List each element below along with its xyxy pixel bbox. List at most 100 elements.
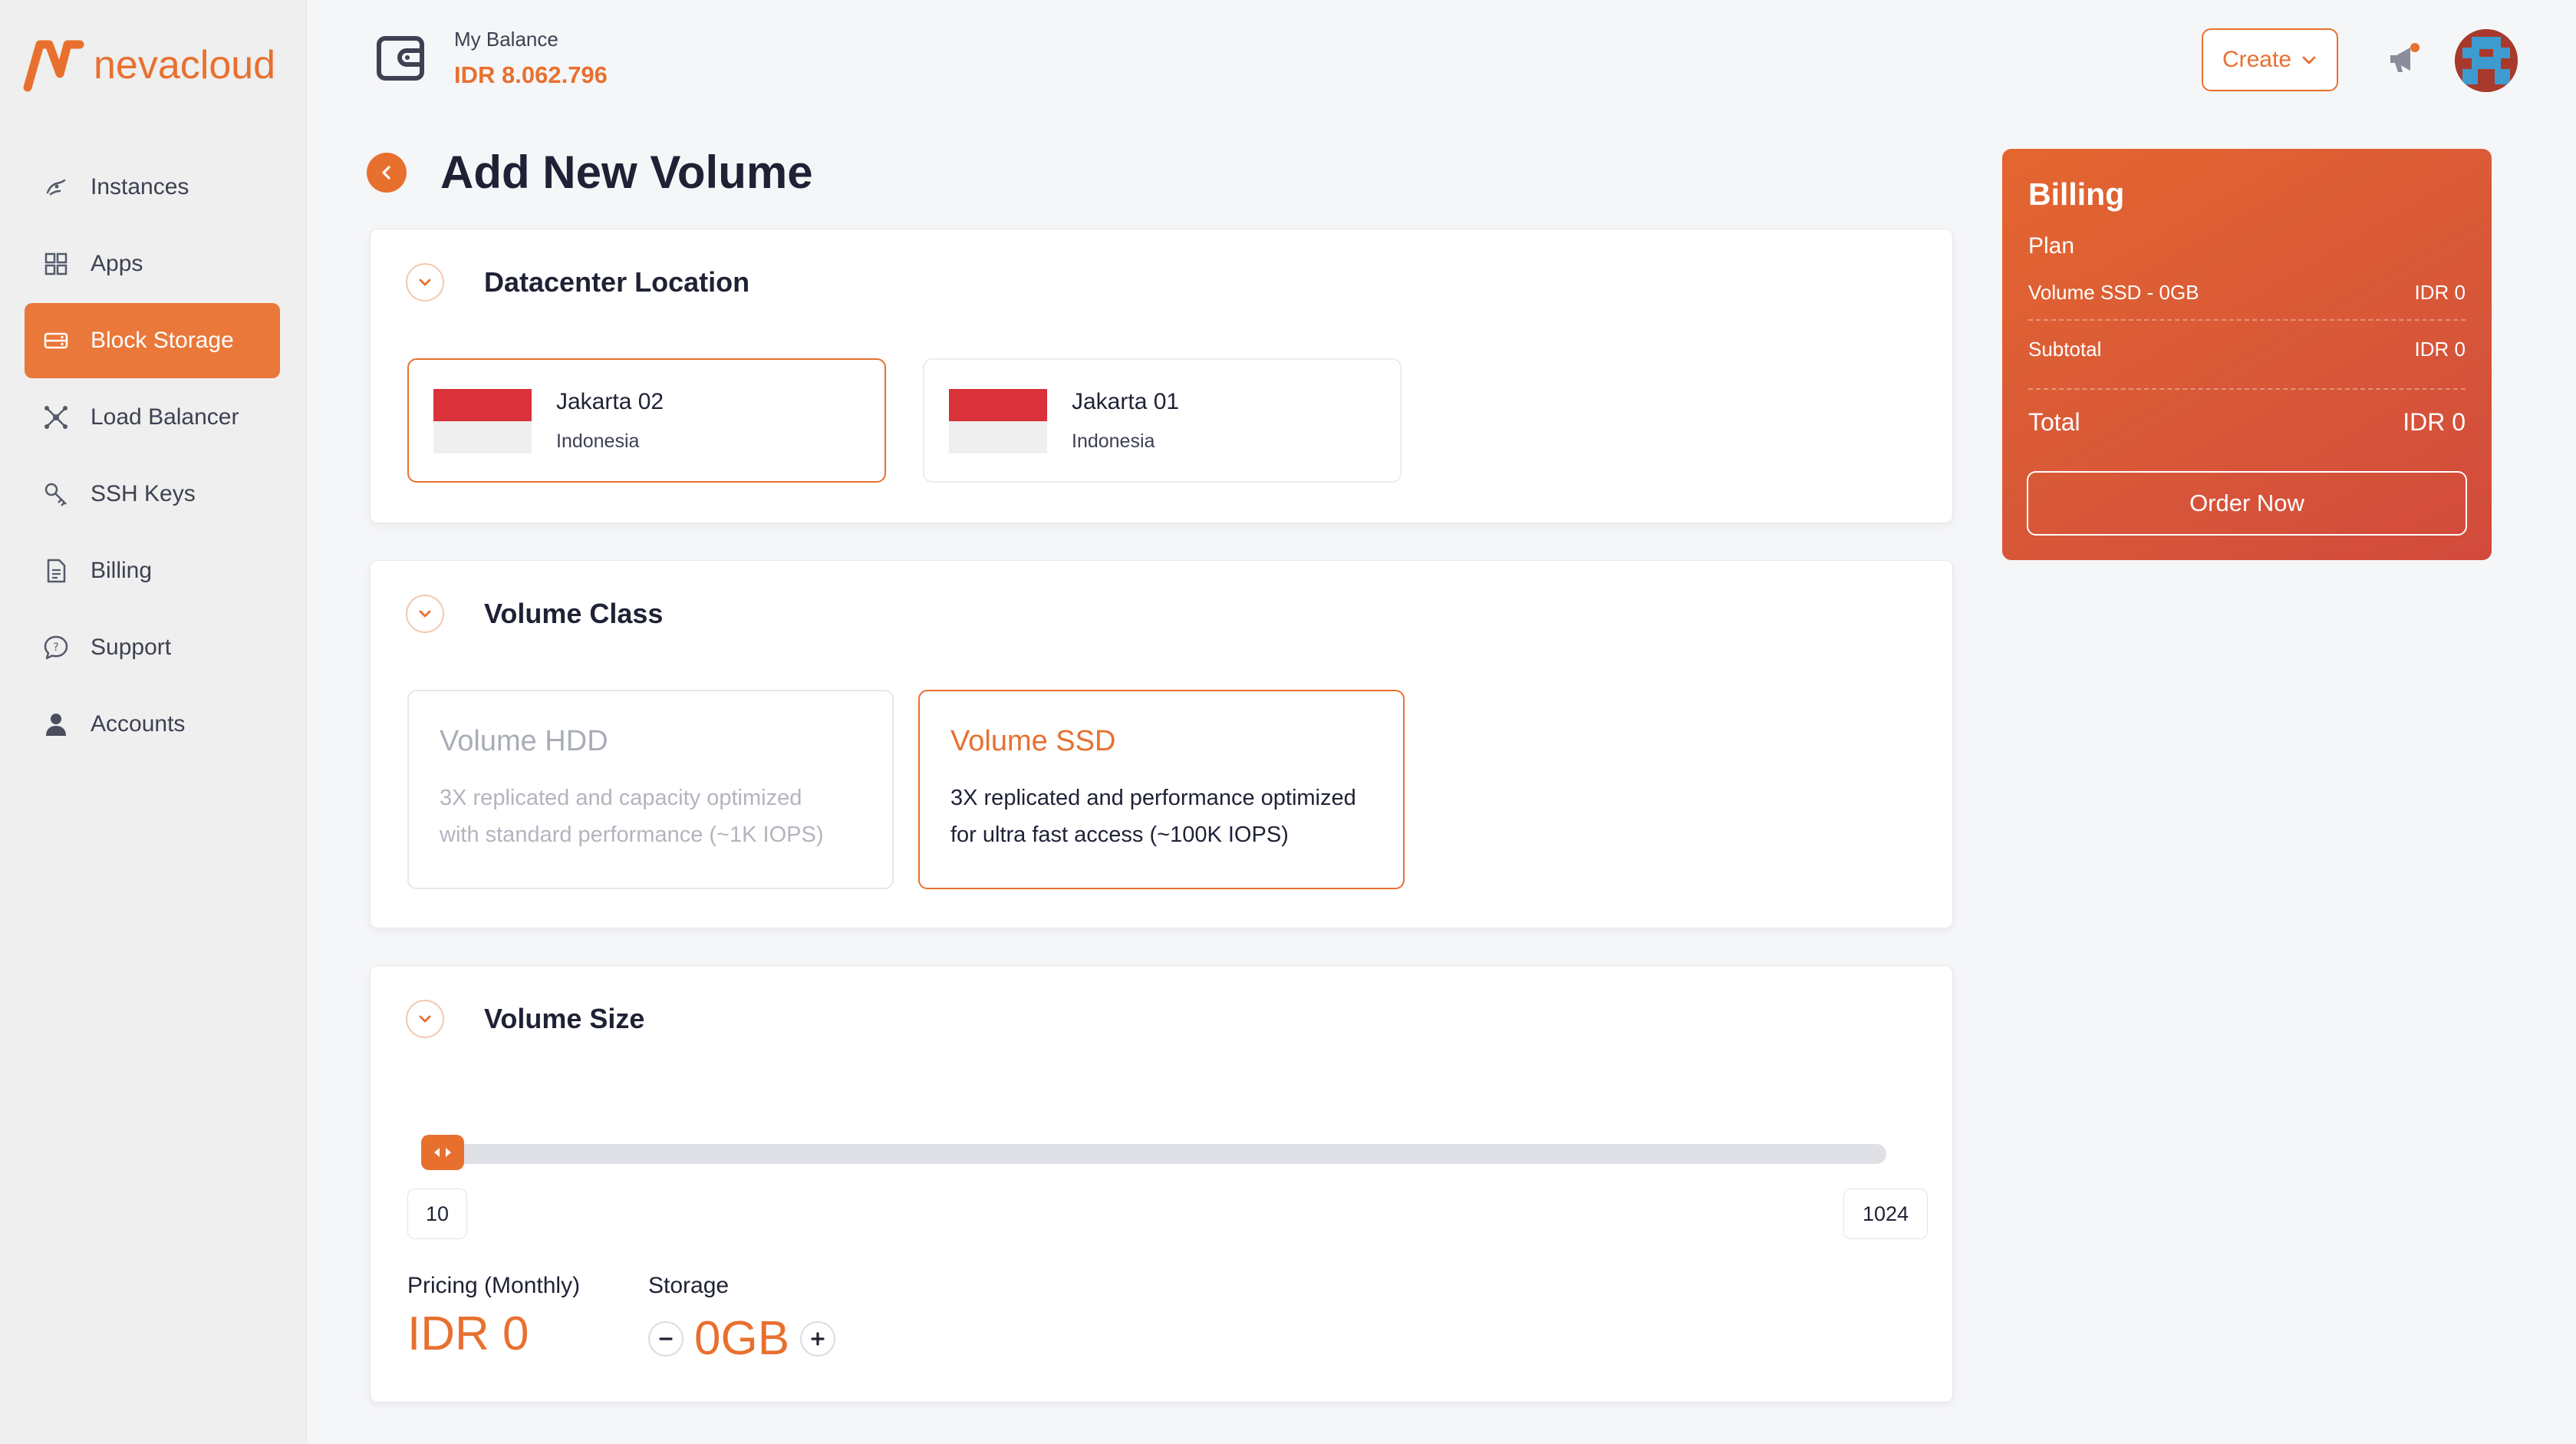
billing-row-value: IDR 0	[2414, 281, 2466, 304]
page-header: Add New Volume	[367, 146, 813, 199]
sidebar-item-label: Accounts	[91, 711, 186, 737]
sidebar-item-label: Block Storage	[91, 328, 234, 353]
apps-grid-icon	[43, 251, 69, 277]
key-icon	[43, 481, 69, 507]
volume-size-slider-handle[interactable]	[421, 1135, 464, 1170]
balance-value: IDR 8.062.796	[454, 61, 608, 88]
svg-text:?: ?	[53, 641, 58, 654]
slider-max-value: 1024	[1843, 1188, 1928, 1239]
sidebar-item-ssh-keys[interactable]: SSH Keys	[25, 457, 280, 532]
chevron-left-icon	[382, 165, 390, 180]
volume-class-option-ssd[interactable]: Volume SSD 3X replicated and performance…	[918, 690, 1405, 889]
billing-divider	[2028, 388, 2466, 390]
brand-logo[interactable]: nevacloud	[23, 38, 275, 92]
billing-row-label: Volume SSD - 0GB	[2028, 281, 2199, 304]
datacenter-section: Datacenter Location Jakarta 02 Indonesia…	[370, 229, 1953, 523]
storage-stepper: 0GB	[648, 1311, 836, 1366]
collapse-chevron-icon[interactable]	[406, 595, 444, 633]
volume-class-description: 3X replicated and capacity optimized wit…	[440, 780, 861, 853]
description-line: for ultra fast access (~100K IOPS)	[950, 823, 1289, 847]
balance-label: My Balance	[454, 28, 558, 51]
sidebar-item-instances[interactable]: Instances	[25, 150, 280, 225]
volume-class-section: Volume Class Volume HDD 3X replicated an…	[370, 560, 1953, 928]
billing-title: Billing	[2028, 176, 2125, 212]
plus-icon	[811, 1331, 825, 1346]
volume-class-name: Volume HDD	[440, 725, 608, 757]
sidebar-item-label: SSH Keys	[91, 481, 196, 506]
billing-row-label: Total	[2028, 408, 2080, 436]
sidebar-item-billing[interactable]: Billing	[25, 533, 280, 608]
storage-icon	[43, 328, 69, 354]
sidebar: nevacloud Instances Apps Block Storage L…	[0, 0, 307, 1444]
sidebar-item-accounts[interactable]: Accounts	[25, 687, 280, 762]
description-line: with standard performance (~1K IOPS)	[440, 823, 824, 847]
location-option-jakarta-02[interactable]: Jakarta 02 Indonesia	[407, 358, 886, 483]
section-header[interactable]: Volume Class	[406, 595, 663, 633]
sidebar-item-block-storage[interactable]: Block Storage	[25, 303, 280, 378]
wallet-icon	[377, 36, 424, 81]
page-title: Add New Volume	[440, 147, 813, 198]
avatar[interactable]	[2455, 29, 2518, 92]
section-header[interactable]: Datacenter Location	[406, 263, 749, 302]
sidebar-item-label: Load Balancer	[91, 404, 239, 430]
sidebar-item-label: Instances	[91, 174, 189, 199]
collapse-chevron-icon[interactable]	[406, 263, 444, 302]
sidebar-item-load-balancer[interactable]: Load Balancer	[25, 380, 280, 455]
support-chat-icon: ?	[43, 635, 69, 661]
billing-row-value: IDR 0	[2403, 408, 2466, 436]
slider-min-value: 10	[407, 1188, 467, 1239]
minus-icon	[659, 1337, 673, 1340]
billing-row-subtotal: Subtotal IDR 0	[2028, 338, 2466, 361]
create-button-label: Create	[2222, 47, 2292, 72]
billing-summary-panel: Billing Plan Volume SSD - 0GB IDR 0 Subt…	[2002, 149, 2492, 560]
billing-row-value: IDR 0	[2414, 338, 2466, 361]
indonesia-flag-icon	[949, 389, 1047, 453]
decrease-storage-button[interactable]	[648, 1320, 684, 1357]
volume-class-option-hdd[interactable]: Volume HDD 3X replicated and capacity op…	[407, 690, 894, 889]
back-button[interactable]	[367, 152, 407, 193]
instances-icon	[43, 174, 69, 200]
volume-size-slider-track[interactable]	[421, 1144, 1886, 1164]
document-icon	[43, 558, 69, 584]
location-option-jakarta-01[interactable]: Jakarta 01 Indonesia	[923, 358, 1402, 483]
sidebar-item-label: Support	[91, 635, 172, 660]
location-country: Indonesia	[1072, 430, 1155, 452]
megaphone-notification-icon[interactable]	[2384, 40, 2424, 80]
volume-class-name: Volume SSD	[950, 725, 1116, 757]
storage-label: Storage	[648, 1273, 730, 1298]
section-title: Volume Size	[484, 1003, 645, 1034]
volume-size-section: Volume Size 10 1024 Pricing (Monthly) ID…	[370, 965, 1953, 1403]
section-title: Datacenter Location	[484, 266, 750, 298]
billing-row-total: Total IDR 0	[2028, 408, 2466, 437]
billing-plan-label: Plan	[2028, 233, 2075, 259]
sidebar-nav: Instances Apps Block Storage Load Balanc…	[25, 150, 280, 763]
indonesia-flag-icon	[433, 389, 532, 453]
brand-name: nevacloud	[94, 43, 276, 87]
order-now-button[interactable]: Order Now	[2027, 471, 2467, 536]
nevacloud-logo-icon	[23, 40, 84, 92]
description-line: 3X replicated and capacity optimized	[440, 786, 802, 810]
billing-row-plan: Volume SSD - 0GB IDR 0	[2028, 281, 2466, 305]
pricing-label: Pricing (Monthly)	[407, 1273, 581, 1298]
create-button[interactable]: Create	[2202, 28, 2338, 91]
billing-row-label: Subtotal	[2028, 338, 2102, 361]
avatar-pixel-icon	[2455, 29, 2518, 92]
increase-storage-button[interactable]	[800, 1320, 836, 1357]
section-title: Volume Class	[484, 598, 664, 629]
chevron-down-icon	[2302, 56, 2316, 64]
sidebar-item-apps[interactable]: Apps	[25, 226, 280, 302]
sidebar-item-support[interactable]: ? Support	[25, 610, 280, 685]
description-line: 3X replicated and performance optimized	[950, 786, 1356, 810]
load-balancer-icon	[43, 404, 69, 430]
pricing-value: IDR 0	[407, 1307, 529, 1360]
collapse-chevron-icon[interactable]	[406, 1000, 444, 1038]
sidebar-item-label: Billing	[91, 558, 153, 583]
user-icon	[43, 711, 69, 737]
location-name: Jakarta 02	[556, 389, 664, 414]
location-name: Jakarta 01	[1072, 389, 1180, 414]
billing-divider	[2028, 319, 2466, 321]
sidebar-item-label: Apps	[91, 251, 143, 276]
volume-class-description: 3X replicated and performance optimized …	[950, 780, 1372, 853]
location-country: Indonesia	[556, 430, 640, 452]
section-header[interactable]: Volume Size	[406, 1000, 644, 1038]
